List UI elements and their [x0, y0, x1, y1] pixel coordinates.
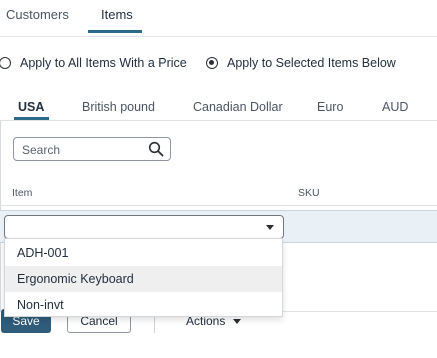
item-select[interactable] [4, 215, 284, 239]
currency-tab-british-pound[interactable]: British pound [82, 100, 155, 114]
item-dropdown-list: ADH-001 Ergonomic Keyboard Non-invt [4, 238, 283, 317]
radio-circle-checked[interactable] [206, 57, 218, 69]
column-header-item: Item [12, 187, 33, 199]
radio-label: Apply to Selected Items Below [227, 56, 396, 70]
tab-items[interactable]: Items [101, 7, 133, 22]
currency-tab-canadian-dollar[interactable]: Canadian Dollar [193, 100, 283, 114]
currency-tab-euro[interactable]: Euro [317, 100, 343, 114]
search-placeholder: Search [22, 143, 61, 157]
search-icon[interactable] [148, 141, 164, 157]
currency-tab-aud[interactable]: AUD [382, 100, 408, 114]
search-input[interactable]: Search [13, 137, 171, 161]
caret-down-icon [233, 318, 242, 324]
dropdown-option-adh-001[interactable]: ADH-001 [5, 240, 282, 266]
chevron-down-icon[interactable] [266, 225, 274, 230]
radio-apply-selected-items[interactable]: Apply to Selected Items Below [206, 56, 396, 70]
tabs-divider [0, 36, 437, 37]
tab-customers[interactable]: Customers [6, 7, 69, 22]
active-tab-indicator [88, 30, 142, 33]
radio-label: Apply to All Items With a Price [20, 56, 187, 70]
currency-tab-usa[interactable]: USA [18, 100, 44, 114]
dropdown-option-non-invt[interactable]: Non-invt [5, 292, 282, 318]
radio-apply-all-items[interactable]: Apply to All Items With a Price [0, 56, 187, 70]
currency-tabs-divider [0, 120, 437, 121]
column-header-sku: SKU [298, 187, 320, 199]
radio-circle[interactable] [0, 57, 11, 69]
header-divider [0, 205, 437, 206]
dropdown-option-ergonomic-keyboard[interactable]: Ergonomic Keyboard [5, 266, 282, 292]
